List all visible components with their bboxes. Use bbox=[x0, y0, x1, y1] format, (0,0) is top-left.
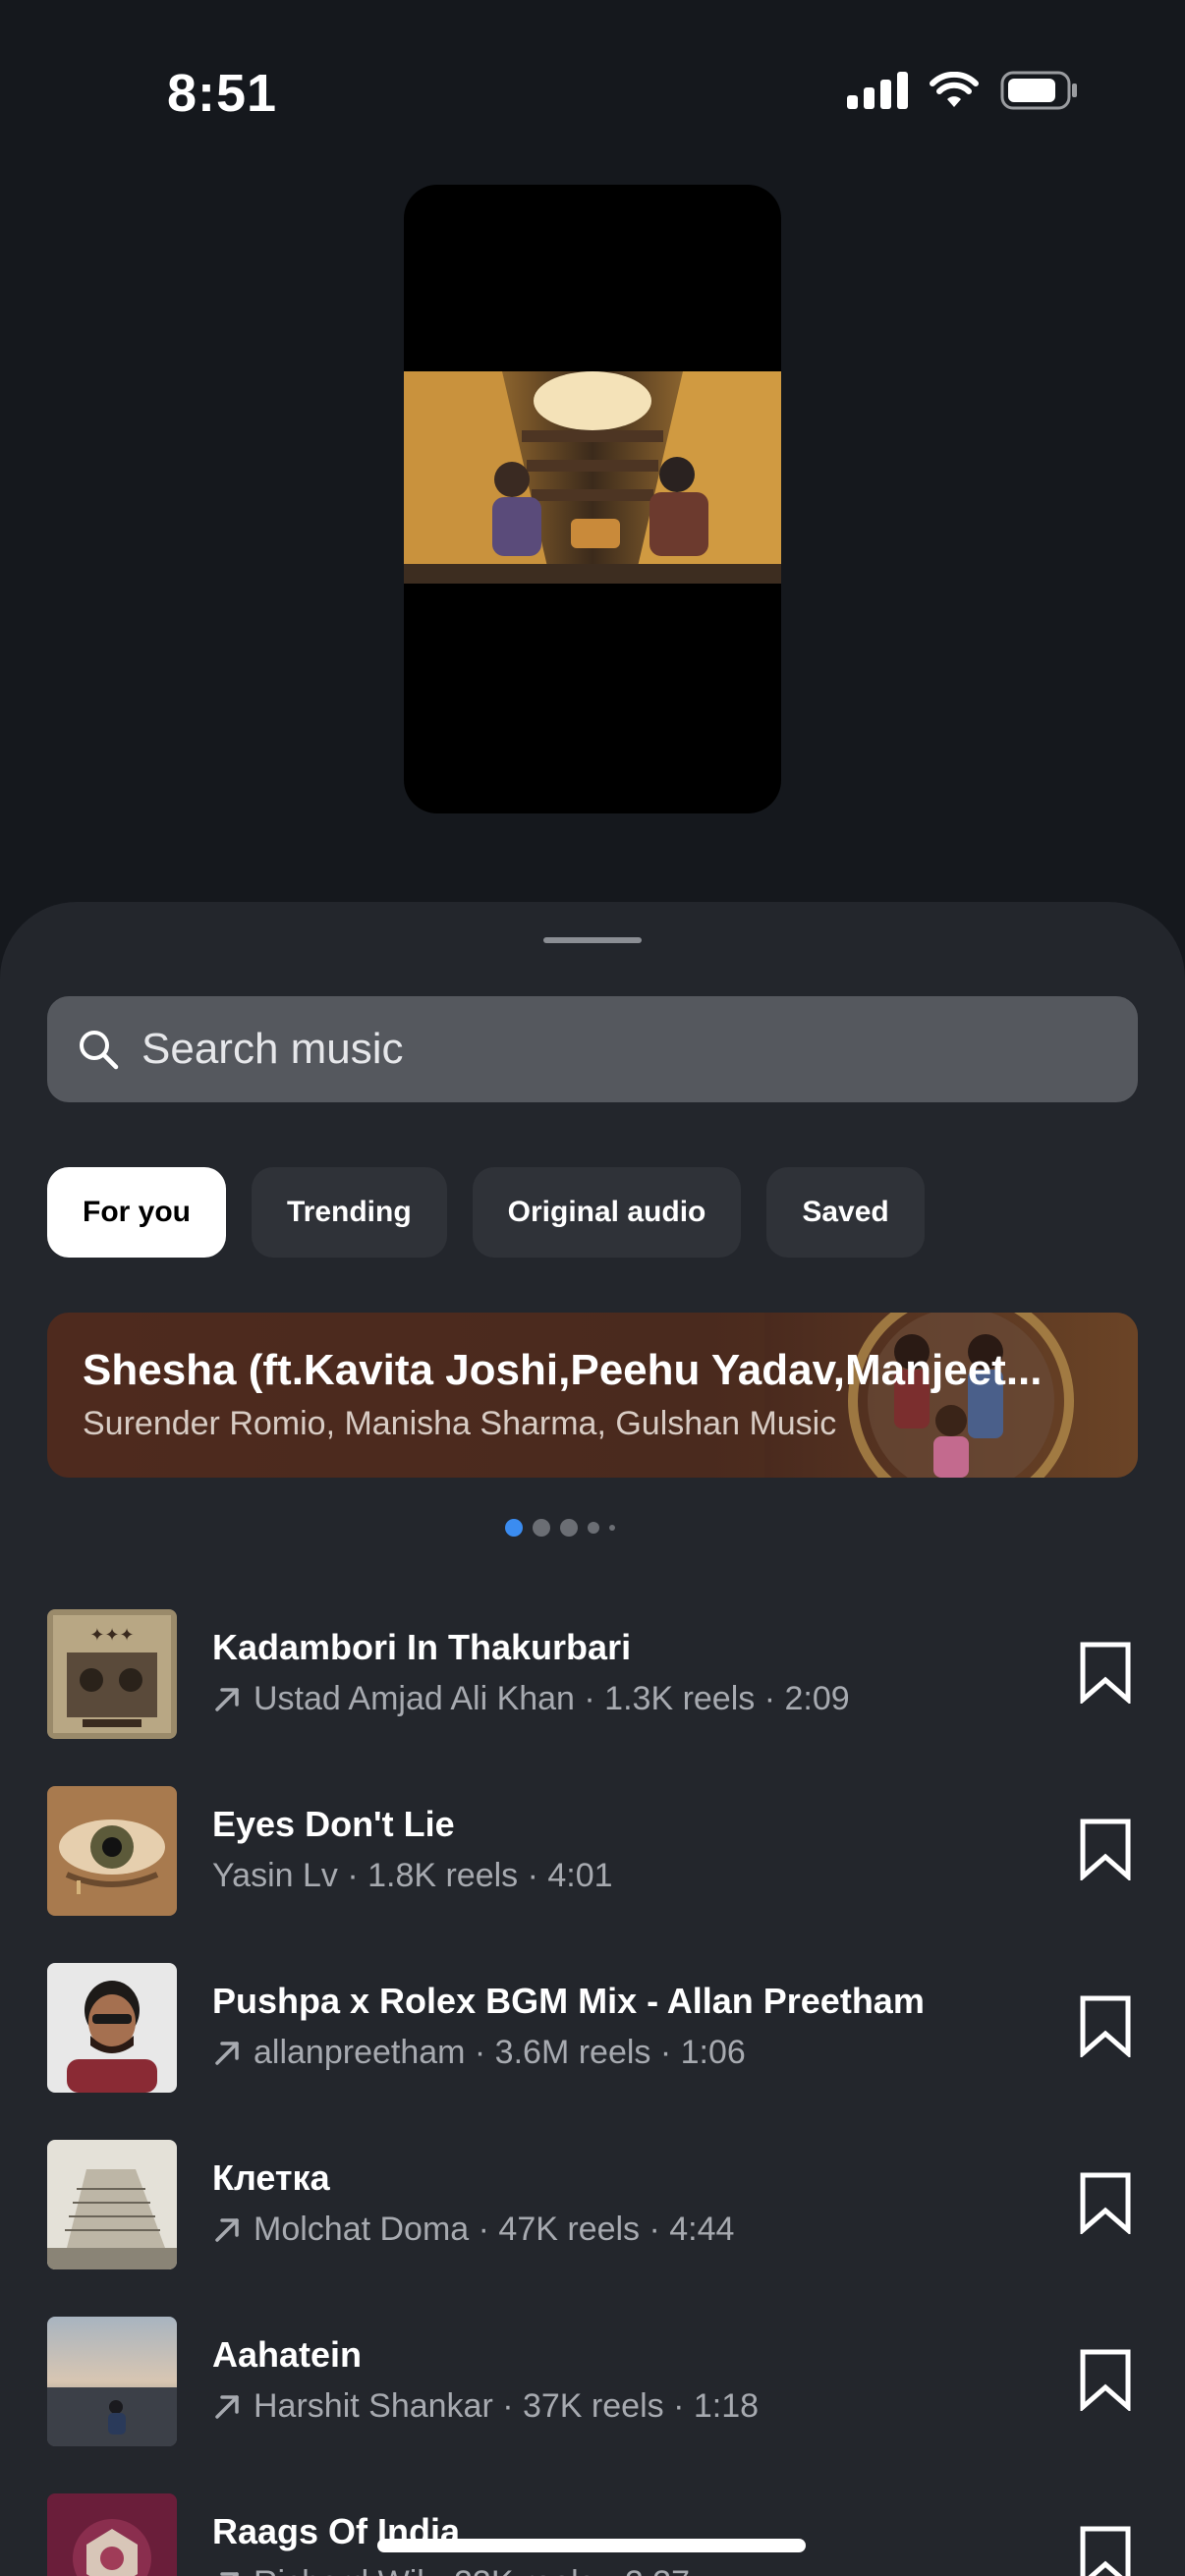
search-input[interactable] bbox=[141, 1025, 1026, 1074]
album-art-eyes-dont-lie bbox=[47, 1786, 177, 1916]
song-meta-text: Ustad Amjad Ali Khan · 1.3K reels · 2:09 bbox=[254, 1680, 850, 1717]
status-time: 8:51 bbox=[167, 64, 278, 123]
song-meta-text: Richard Wil · 23K reels · 2:37 bbox=[254, 2564, 690, 2576]
status-icons bbox=[847, 71, 1079, 110]
tab-original-audio[interactable]: Original audio bbox=[472, 1167, 742, 1258]
bookmark-icon[interactable] bbox=[1079, 2525, 1132, 2576]
song-meta: Molchat Doma · 47K reels · 4:44 bbox=[212, 2211, 734, 2249]
bookmark-icon[interactable] bbox=[1079, 1994, 1132, 2057]
trending-arrow-icon bbox=[215, 2041, 239, 2065]
search-icon bbox=[80, 1031, 119, 1070]
song-meta-text: Harshit Shankar · 37K reels · 1:18 bbox=[254, 2387, 760, 2425]
page-dot-1[interactable] bbox=[505, 1519, 523, 1537]
song-row[interactable]: Eyes Don't Lie Yasin Lv · 1.8K reels · 4… bbox=[0, 1747, 1185, 1924]
tab-for-you[interactable]: For you bbox=[47, 1167, 226, 1258]
trending-arrow-icon bbox=[220, 2571, 239, 2576]
svg-text:✦✦✦: ✦✦✦ bbox=[89, 1625, 134, 1646]
song-row[interactable]: Клетка Molchat Doma · 47K reels · 4:44 bbox=[0, 2100, 1185, 2277]
featured-song-artists: Surender Romio, Manisha Sharma, Gulshan … bbox=[83, 1405, 837, 1442]
song-meta-text: Yasin Lv · 1.8K reels · 4:01 bbox=[212, 1857, 613, 1894]
tab-trending[interactable]: Trending bbox=[252, 1167, 447, 1258]
song-row[interactable]: Aahatein Harshit Shankar · 37K reels · 1… bbox=[0, 2277, 1185, 2454]
trending-arrow-icon bbox=[215, 1687, 239, 1711]
song-meta: Richard Wil · 23K reels · 2:37 bbox=[212, 2564, 690, 2576]
album-art-kletka bbox=[47, 2140, 177, 2269]
status-bar: 8:51 bbox=[0, 0, 1185, 187]
search-bar[interactable] bbox=[47, 996, 1138, 1102]
music-bottom-sheet: For you Trending Original audio Saved Sh… bbox=[0, 902, 1185, 2576]
featured-album-art bbox=[764, 1313, 1138, 1478]
song-row[interactable]: Raags Of India Richard Wil · 23K reels ·… bbox=[0, 2454, 1185, 2576]
bookmark-icon[interactable] bbox=[1079, 1641, 1132, 1704]
home-indicator[interactable] bbox=[377, 2539, 806, 2552]
song-meta: Harshit Shankar · 37K reels · 1:18 bbox=[212, 2387, 759, 2426]
category-tabs: For you Trending Original audio Saved bbox=[47, 1167, 925, 1258]
video-thumbnail bbox=[404, 371, 781, 584]
bookmark-icon[interactable] bbox=[1079, 2348, 1132, 2411]
album-art-aahatein bbox=[47, 2317, 177, 2446]
featured-song-banner[interactable]: Shesha (ft.Kavita Joshi,Peehu Yadav,Manj… bbox=[47, 1313, 1138, 1478]
carousel-page-dots bbox=[505, 1519, 615, 1537]
wifi-icon bbox=[930, 72, 979, 107]
song-meta: allanpreetham · 3.6M reels · 1:06 bbox=[212, 2034, 746, 2072]
album-art-raags-of-india bbox=[47, 2493, 177, 2576]
song-title: Pushpa x Rolex BGM Mix - Allan Preetham bbox=[212, 1981, 925, 2021]
cellular-signal-icon bbox=[847, 72, 908, 109]
album-art-pushpa-rolex bbox=[47, 1963, 177, 2093]
song-title: Клетка bbox=[212, 2157, 330, 2198]
song-meta: Yasin Lv · 1.8K reels · 4:01 bbox=[212, 1857, 613, 1895]
sheet-grabber[interactable] bbox=[543, 937, 642, 943]
featured-song-title: Shesha (ft.Kavita Joshi,Peehu Yadav,Manj… bbox=[83, 1346, 1043, 1394]
page-dot-2[interactable] bbox=[533, 1519, 550, 1537]
trending-arrow-icon bbox=[215, 2217, 239, 2242]
page-dot-5[interactable] bbox=[609, 1525, 615, 1531]
album-art-kadambori: ✦✦✦ bbox=[47, 1609, 177, 1739]
song-row[interactable]: ✦✦✦ Kadambori In Thakurbari Ustad Amjad … bbox=[0, 1570, 1185, 1747]
battery-icon bbox=[1000, 71, 1077, 110]
song-meta: Ustad Amjad Ali Khan · 1.3K reels · 2:09 bbox=[212, 1680, 850, 1718]
song-title: Aahatein bbox=[212, 2334, 363, 2375]
page-dot-3[interactable] bbox=[560, 1519, 578, 1537]
page-dot-4[interactable] bbox=[588, 1522, 599, 1534]
bookmark-icon[interactable] bbox=[1079, 1818, 1132, 1880]
song-meta-text: Molchat Doma · 47K reels · 4:44 bbox=[254, 2211, 735, 2248]
song-title: Eyes Don't Lie bbox=[212, 1804, 455, 1844]
song-meta-text: allanpreetham · 3.6M reels · 1:06 bbox=[254, 2034, 746, 2071]
song-title: Kadambori In Thakurbari bbox=[212, 1627, 632, 1667]
video-preview[interactable] bbox=[404, 185, 781, 813]
bookmark-icon[interactable] bbox=[1079, 2171, 1132, 2234]
tab-saved[interactable]: Saved bbox=[766, 1167, 925, 1258]
trending-arrow-icon bbox=[215, 2394, 239, 2419]
song-row[interactable]: Pushpa x Rolex BGM Mix - Allan Preetham … bbox=[0, 1924, 1185, 2100]
